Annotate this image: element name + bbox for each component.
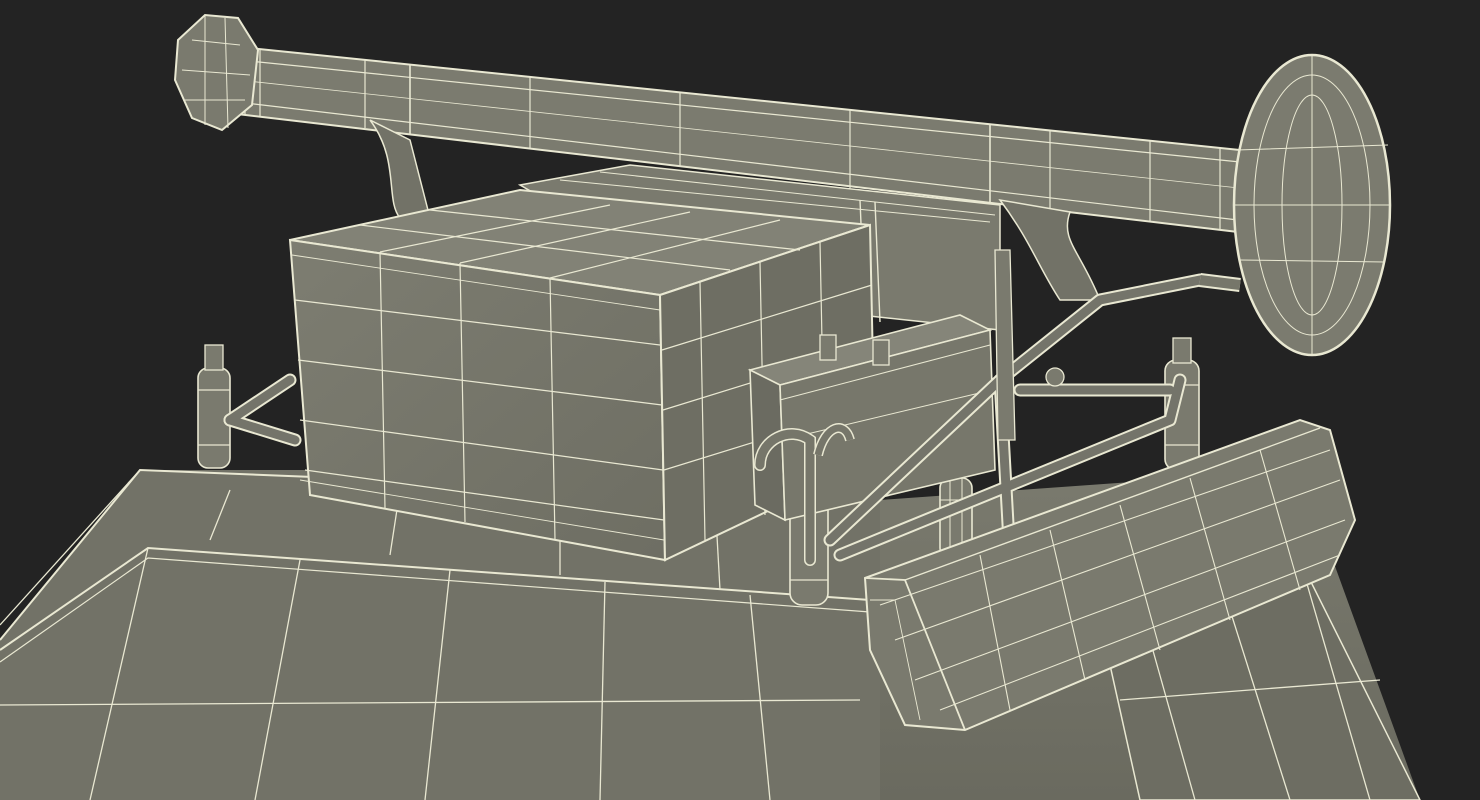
render-viewport bbox=[0, 0, 1480, 800]
wireframe-scene bbox=[0, 13, 1421, 800]
right-mirror bbox=[1232, 53, 1392, 357]
left-shock bbox=[197, 344, 231, 469]
